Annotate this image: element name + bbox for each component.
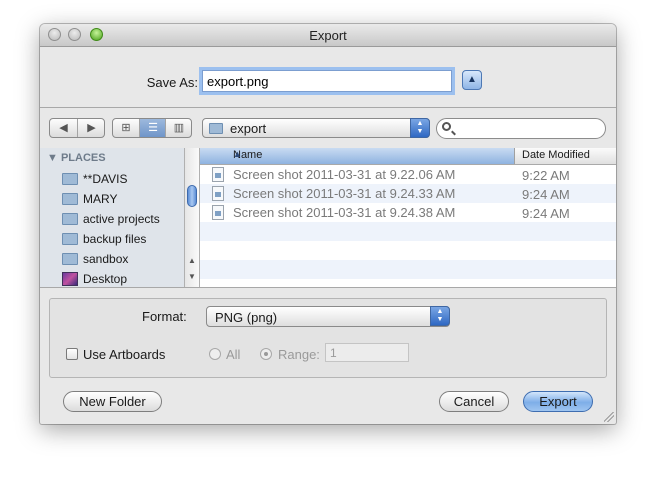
new-folder-button[interactable]: New Folder [63,391,162,412]
folder-icon [209,123,223,134]
back-button[interactable]: ◀ [50,119,77,137]
format-popup[interactable]: PNG (png) ▲ ▼ [206,306,450,327]
forward-button[interactable]: ▶ [77,119,104,137]
file-name: Screen shot 2011-03-31 at 9.24.33 AM [233,186,456,201]
file-list-header: Name ▲ Date Modified [200,148,616,165]
cancel-button[interactable]: Cancel [439,391,509,412]
search-icon [442,122,451,131]
sidebar-item-label: active projects [83,212,160,226]
all-label: All [226,347,241,362]
list-view-icon[interactable]: ☰ [139,119,166,137]
save-as-label: Save As: [146,75,198,90]
file-date: 9:22 AM [522,168,570,183]
resize-grip-icon[interactable] [604,412,614,422]
folder-icon [62,193,78,205]
sidebar-item-label: **DAVIS [83,172,128,186]
desktop-icon [62,272,78,286]
sidebar-item-label: MARY [83,192,118,206]
format-label: Format: [142,309,187,324]
sidebar: ▼ PLACES **DAVIS MARY active projects ba… [40,148,185,287]
view-mode-control: ⊞ ☰ ▥ [112,118,192,138]
file-row[interactable]: Screen shot 2011-03-31 at 9.24.38 AM 9:2… [200,203,616,222]
use-artboards-checkbox[interactable] [66,348,78,360]
window-title: Export [309,28,347,43]
header-divider [40,107,616,108]
file-row[interactable]: Screen shot 2011-03-31 at 9.24.33 AM 9:2… [200,184,616,203]
empty-row [200,260,616,279]
export-button[interactable]: Export [523,391,593,412]
expand-dialog-button[interactable]: ▲ [462,70,482,90]
file-date: 9:24 AM [522,206,570,221]
sidebar-section-header: ▼ PLACES [47,152,106,164]
triangle-up-icon: ▲ [467,74,477,85]
sidebar-scrollbar[interactable]: ▲ ▼ [185,148,200,287]
file-date: 9:24 AM [522,187,570,202]
back-forward-control: ◀ ▶ [49,118,105,138]
sidebar-item-label: backup files [83,232,147,246]
image-file-icon [212,205,224,220]
folder-icon [62,213,78,225]
use-artboards-label: Use Artboards [83,347,166,362]
folder-icon [62,253,78,265]
image-file-icon [212,186,224,201]
file-row[interactable]: Screen shot 2011-03-31 at 9.22.06 AM 9:2… [200,165,616,184]
updown-arrows-icon: ▲ ▼ [410,118,430,138]
sidebar-item-label: sandbox [83,252,129,266]
empty-row [200,241,616,260]
column-view-icon[interactable]: ▥ [165,119,191,137]
location-popup[interactable]: export ▲ ▼ [202,118,430,138]
save-as-input[interactable] [202,70,452,92]
sidebar-item-label: Desktop [83,272,128,286]
location-label: export [230,121,267,136]
file-name: Screen shot 2011-03-31 at 9.22.06 AM [233,167,456,182]
all-radio[interactable] [209,348,221,360]
format-value: PNG (png) [215,310,278,325]
file-name: Screen shot 2011-03-31 at 9.24.38 AM [233,205,456,220]
icon-view-icon[interactable]: ⊞ [113,119,139,137]
sort-ascending-icon: ▲ [233,149,242,159]
places-label: PLACES [60,152,106,164]
image-file-icon [212,167,224,182]
browser-divider [40,287,616,288]
range-label: Range: [278,347,320,362]
scroll-up-icon[interactable]: ▲ [188,256,196,265]
folder-icon [62,233,78,245]
empty-row [200,222,616,241]
folder-icon [62,173,78,185]
scroll-down-icon[interactable]: ▼ [188,272,196,281]
name-column-header[interactable]: Name ▲ [200,148,515,164]
range-input[interactable] [325,343,409,362]
updown-arrows-icon: ▲ ▼ [430,306,450,326]
scrollbar-thumb[interactable] [187,185,197,207]
date-modified-column-header[interactable]: Date Modified [522,149,590,161]
search-field[interactable] [436,118,606,139]
title-bar: Export [40,24,616,47]
file-list: Name ▲ Date Modified Screen shot 2011-03… [200,148,616,287]
range-radio[interactable] [260,348,272,360]
export-dialog: Export Save As: ▲ ◀ ▶ ⊞ ☰ ▥ export ▲▼ ▼ … [40,24,616,424]
